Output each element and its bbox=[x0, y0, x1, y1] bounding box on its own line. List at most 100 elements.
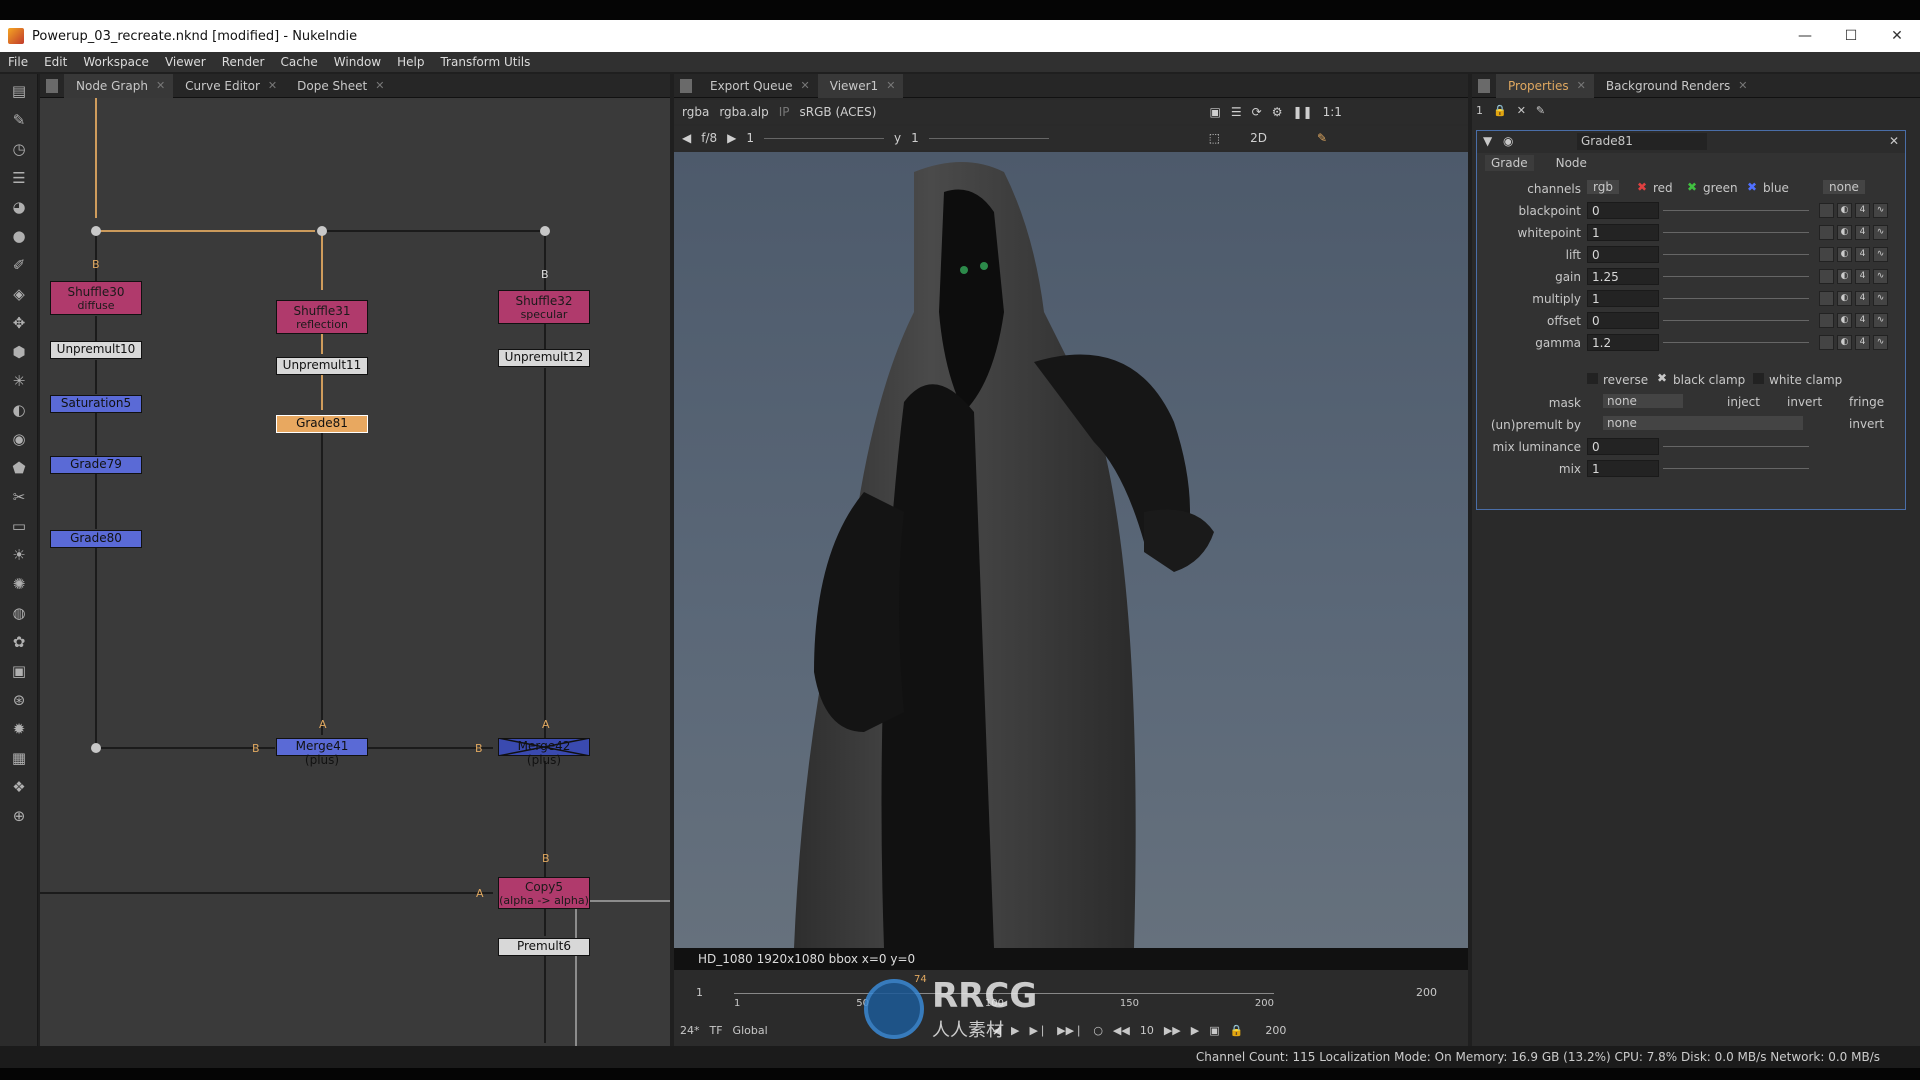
animation-curve-icon[interactable]: ∿ bbox=[1873, 203, 1888, 218]
green-checkbox[interactable]: ✖ bbox=[1687, 180, 1697, 194]
plugin-d-icon[interactable]: ▣ bbox=[7, 659, 31, 683]
gain-field[interactable]: 1 bbox=[746, 131, 754, 145]
pause-icon[interactable]: ❚❚ bbox=[1292, 105, 1312, 119]
viewer-image[interactable] bbox=[674, 152, 1468, 948]
channel-split-icon[interactable]: 4 bbox=[1855, 291, 1870, 306]
plugin-b-icon[interactable]: ◍ bbox=[7, 601, 31, 625]
lock-icon[interactable]: 🔒 bbox=[1230, 1024, 1244, 1037]
panel-grip-icon[interactable] bbox=[680, 78, 692, 93]
color-wheel-icon[interactable]: ◐ bbox=[1837, 225, 1852, 240]
gain-slider[interactable] bbox=[764, 137, 885, 139]
multiply-field[interactable]: 1 bbox=[1587, 290, 1659, 307]
menu-viewer[interactable]: Viewer bbox=[157, 55, 214, 69]
animation-curve-icon[interactable]: ∿ bbox=[1873, 335, 1888, 350]
fps-dropdown[interactable]: 24* bbox=[680, 1024, 700, 1037]
3d-icon[interactable]: ⬢ bbox=[7, 340, 31, 364]
color-swatch-icon[interactable] bbox=[1819, 269, 1834, 284]
merge-icon[interactable]: ◈ bbox=[7, 282, 31, 306]
white-clamp-checkbox[interactable] bbox=[1753, 373, 1764, 384]
furnace-icon[interactable]: ☀ bbox=[7, 543, 31, 567]
color-wheel-icon[interactable]: ◐ bbox=[1837, 291, 1852, 306]
close-tab-icon[interactable]: ✕ bbox=[886, 74, 895, 98]
shuffle32-node[interactable]: Shuffle32 specular bbox=[498, 290, 590, 324]
deep-icon[interactable]: ◐ bbox=[7, 398, 31, 422]
color-swatch-icon[interactable] bbox=[1819, 291, 1834, 306]
close-tab-icon[interactable]: ✕ bbox=[801, 74, 810, 98]
color-swatch-icon[interactable] bbox=[1819, 247, 1834, 262]
view-mode-dropdown[interactable]: 2D bbox=[1250, 131, 1267, 145]
channel-split-icon[interactable]: 4 bbox=[1855, 269, 1870, 284]
channel-split-icon[interactable]: 4 bbox=[1855, 225, 1870, 240]
gear-icon[interactable]: ⚙ bbox=[1272, 105, 1283, 119]
global-dropdown[interactable]: Global bbox=[733, 1024, 793, 1037]
color-swatch-icon[interactable] bbox=[1819, 203, 1834, 218]
color-swatch-icon[interactable] bbox=[1819, 335, 1834, 350]
menu-transform-utils[interactable]: Transform Utils bbox=[432, 55, 538, 69]
saturation5-node[interactable]: Saturation5 bbox=[50, 395, 142, 413]
blackpoint-field[interactable]: 0 bbox=[1587, 202, 1659, 219]
close-tab-icon[interactable]: ✕ bbox=[375, 74, 384, 98]
tab-dope-sheet[interactable]: Dope Sheet ✕ bbox=[285, 74, 392, 98]
tab-export-queue[interactable]: Export Queue ✕ bbox=[698, 74, 818, 98]
clear-panels-icon[interactable]: ✕ bbox=[1517, 104, 1526, 117]
plugin-h-icon[interactable]: ❖ bbox=[7, 775, 31, 799]
gain-slider[interactable] bbox=[1663, 276, 1809, 277]
other-icon[interactable]: ▭ bbox=[7, 514, 31, 538]
panel-grip-icon[interactable] bbox=[46, 78, 58, 93]
range-end[interactable]: 200 bbox=[1265, 1024, 1286, 1037]
animation-curve-icon[interactable]: ∿ bbox=[1873, 247, 1888, 262]
close-button[interactable]: ✕ bbox=[1874, 20, 1920, 52]
loop-icon[interactable]: ○ bbox=[1093, 1024, 1103, 1037]
animation-curve-icon[interactable]: ∿ bbox=[1873, 313, 1888, 328]
menu-render[interactable]: Render bbox=[214, 55, 273, 69]
grade79-node[interactable]: Grade79 bbox=[50, 456, 142, 474]
plugin-i-icon[interactable]: ⊕ bbox=[7, 804, 31, 828]
plugin-g-icon[interactable]: ▦ bbox=[7, 746, 31, 770]
tab-grade[interactable]: Grade bbox=[1485, 155, 1534, 171]
minimize-button[interactable]: — bbox=[1782, 20, 1828, 52]
channel-split-icon[interactable]: 4 bbox=[1855, 313, 1870, 328]
alpha-dropdown[interactable]: rgba.alp bbox=[719, 105, 768, 119]
merge41-node[interactable]: Merge41 (plus) bbox=[276, 738, 368, 767]
last-frame-icon[interactable]: ▶▶❘ bbox=[1057, 1024, 1083, 1037]
channel-split-icon[interactable]: 4 bbox=[1855, 247, 1870, 262]
unpremult11-node[interactable]: Unpremult11 bbox=[276, 357, 368, 375]
animation-curve-icon[interactable]: ∿ bbox=[1873, 225, 1888, 240]
toolsets-icon[interactable]: ✂ bbox=[7, 485, 31, 509]
multiply-slider[interactable] bbox=[1663, 298, 1809, 299]
draw-icon[interactable]: ✎ bbox=[7, 108, 31, 132]
shuffle30-node[interactable]: Shuffle30 diffuse bbox=[50, 281, 142, 315]
gain-increase-icon[interactable]: ▶ bbox=[727, 131, 736, 145]
brush-icon[interactable]: ✎ bbox=[1317, 131, 1327, 145]
offset-slider[interactable] bbox=[1663, 320, 1809, 321]
channels-dropdown[interactable]: rgba bbox=[682, 105, 709, 119]
close-tab-icon[interactable]: ✕ bbox=[1738, 74, 1747, 98]
premult6-node[interactable]: Premult6 bbox=[498, 938, 590, 956]
black-clamp-checkbox[interactable]: ✖ bbox=[1657, 371, 1667, 385]
colorspace-dropdown[interactable]: sRGB (ACES) bbox=[800, 105, 1030, 119]
zoom-dropdown[interactable]: 1:1 bbox=[1323, 105, 1342, 119]
color-wheel-icon[interactable]: ◐ bbox=[1837, 313, 1852, 328]
unpremult12-node[interactable]: Unpremult12 bbox=[498, 349, 590, 367]
crop-icon[interactable]: ⬚ bbox=[1209, 131, 1220, 145]
shuffle31-node[interactable]: Shuffle31 reflection bbox=[276, 300, 368, 334]
fstop-value[interactable]: f/8 bbox=[701, 131, 717, 145]
menu-file[interactable]: File bbox=[0, 55, 36, 69]
time-icon[interactable]: ◷ bbox=[7, 137, 31, 161]
roi-icon[interactable]: ▣ bbox=[1210, 105, 1221, 119]
tab-curve-editor[interactable]: Curve Editor ✕ bbox=[173, 74, 285, 98]
close-tab-icon[interactable]: ✕ bbox=[268, 74, 277, 98]
particles-icon[interactable]: ✳ bbox=[7, 369, 31, 393]
grade81-node[interactable]: Grade81 bbox=[276, 415, 368, 433]
tab-background-renders[interactable]: Background Renders ✕ bbox=[1594, 74, 1756, 98]
copy5-node[interactable]: Copy5 (alpha -> alpha) bbox=[498, 877, 590, 909]
tab-node[interactable]: Node bbox=[1550, 155, 1593, 171]
unpremult-dropdown[interactable]: none bbox=[1603, 416, 1803, 430]
metadata-icon[interactable]: ⬟ bbox=[7, 456, 31, 480]
mask-dropdown[interactable]: none bbox=[1603, 394, 1683, 408]
color-icon[interactable]: ◕ bbox=[7, 195, 31, 219]
close-tab-icon[interactable]: ✕ bbox=[156, 74, 165, 98]
color-wheel-icon[interactable]: ◐ bbox=[1837, 203, 1852, 218]
alpha-channel-dropdown[interactable]: none bbox=[1823, 180, 1865, 194]
image-icon[interactable]: ▤ bbox=[7, 79, 31, 103]
